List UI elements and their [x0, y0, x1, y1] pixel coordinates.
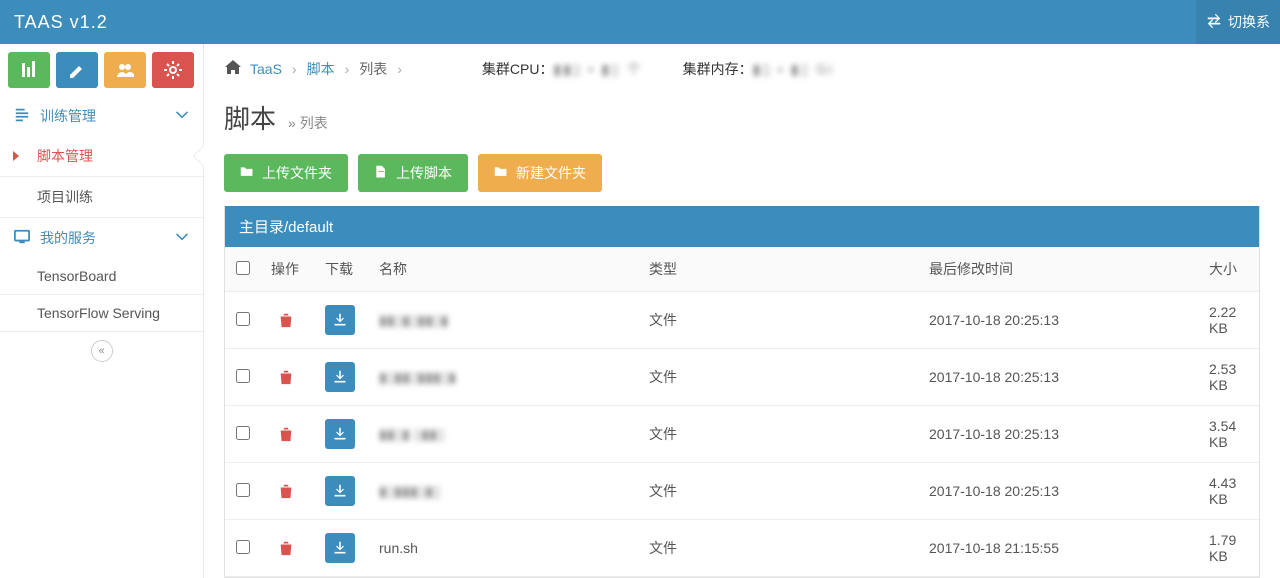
download-button[interactable] — [325, 533, 355, 563]
file-time: 2017-10-18 20:25:13 — [919, 292, 1199, 349]
mem-label: 集群内存： — [683, 61, 753, 77]
cpu-value: ▮▮▯ ▪ ▮▯ 个 — [554, 61, 643, 77]
file-time: 2017-10-18 20:25:13 — [919, 349, 1199, 406]
file-type: 文件 — [639, 463, 919, 520]
mem-value: ▮▯ ▪ ▮▯ Gi — [753, 61, 834, 77]
crumb-root[interactable]: TaaS — [250, 61, 282, 77]
chevron-down-icon — [175, 108, 189, 125]
file-name[interactable]: ▮▮▯▮ ▯▮▮▯ — [379, 426, 445, 442]
page-sub: » 列表 — [288, 113, 328, 133]
action-buttons: 上传文件夹 上传脚本 新建文件夹 — [204, 154, 1280, 206]
download-button[interactable] — [325, 362, 355, 392]
menu-header-services-label: 我的服务 — [40, 228, 96, 248]
file-table: 操作 下载 名称 类型 最后修改时间 大小 ▮▮▯▮▯▮▮▯▮文件2017-10… — [225, 247, 1259, 577]
file-size: 1.79 KB — [1199, 520, 1259, 577]
file-table-card: 主目录/default 操作 下载 名称 类型 最后修改时间 大小 ▮▮▯▮▯▮… — [224, 206, 1260, 578]
delete-button[interactable] — [271, 362, 301, 392]
download-button[interactable] — [325, 476, 355, 506]
file-type: 文件 — [639, 349, 919, 406]
swap-icon — [1206, 13, 1222, 32]
col-dl: 下载 — [315, 247, 369, 292]
monitor-icon — [14, 229, 30, 248]
download-button[interactable] — [325, 419, 355, 449]
file-time: 2017-10-18 20:25:13 — [919, 406, 1199, 463]
crumb-scripts[interactable]: 脚本 — [307, 59, 335, 79]
cluster-stats: 集群CPU：▮▮▯ ▪ ▮▯ 个 集群内存：▮▯ ▪ ▮▯ Gi — [482, 59, 834, 79]
file-size: 2.22 KB — [1199, 292, 1259, 349]
file-type: 文件 — [639, 406, 919, 463]
file-type: 文件 — [639, 520, 919, 577]
menu-header-training[interactable]: 训练管理 — [0, 96, 203, 136]
file-name[interactable]: run.sh — [379, 540, 418, 556]
menu-header-training-label: 训练管理 — [40, 106, 96, 126]
col-size: 大小 — [1199, 247, 1259, 292]
switch-system-button[interactable]: 切换系 — [1196, 0, 1280, 44]
row-checkbox[interactable] — [236, 426, 250, 440]
sidebar-collapse[interactable]: « — [0, 332, 203, 370]
sidebar-item-tensorboard[interactable]: TensorBoard — [0, 258, 203, 294]
brand-title: TAAS v1.2 — [14, 12, 108, 33]
cpu-label: 集群CPU： — [482, 61, 554, 77]
upload-script-button[interactable]: 上传脚本 — [358, 154, 468, 192]
row-checkbox[interactable] — [236, 540, 250, 554]
file-icon — [374, 165, 388, 182]
topbar: TAAS v1.2 切换系 — [0, 0, 1280, 44]
table-row: ▮▯▮▮▯▮▮▮▯▮ 文件2017-10-18 20:25:132.53 KB — [225, 349, 1259, 406]
content: TaaS › 脚本 › 列表 › 集群CPU：▮▮▯ ▪ ▮▯ 个 集群内存：▮… — [204, 44, 1280, 578]
delete-button[interactable] — [271, 476, 301, 506]
file-size: 2.53 KB — [1199, 349, 1259, 406]
file-time: 2017-10-18 20:25:13 — [919, 463, 1199, 520]
table-row: ▮▮▯▮ ▯▮▮▯ 文件2017-10-18 20:25:133.54 KB — [225, 406, 1259, 463]
sidebar-item-scripts[interactable]: 脚本管理 — [0, 136, 203, 176]
file-name[interactable]: ▮▯▮▮▮▯▮▯ — [379, 483, 441, 499]
delete-button[interactable] — [271, 419, 301, 449]
file-time: 2017-10-18 21:15:55 — [919, 520, 1199, 577]
col-type: 类型 — [639, 247, 919, 292]
new-folder-button[interactable]: 新建文件夹 — [478, 154, 602, 192]
switch-label: 切换系 — [1228, 12, 1270, 32]
row-checkbox[interactable] — [236, 312, 250, 326]
chevron-down-icon — [175, 230, 189, 247]
download-button[interactable] — [325, 305, 355, 335]
file-name[interactable]: ▮▯▮▮▯▮▮▮▯▮ — [379, 369, 456, 385]
quick-settings-button[interactable] — [152, 52, 194, 88]
menu-header-services[interactable]: 我的服务 — [0, 218, 203, 258]
crumb-list: 列表 — [359, 59, 387, 79]
sidebar-item-tfserving[interactable]: TensorFlow Serving — [0, 295, 203, 331]
file-name[interactable]: ▮▮▯▮▯▮▮▯▮ — [379, 312, 448, 328]
table-row: ▮▯▮▮▮▯▮▯ 文件2017-10-18 20:25:134.43 KB — [225, 463, 1259, 520]
col-name: 名称 — [369, 247, 639, 292]
folder-icon — [494, 165, 508, 182]
file-type: 文件 — [639, 292, 919, 349]
col-op: 操作 — [261, 247, 315, 292]
quick-stats-button[interactable] — [8, 52, 50, 88]
delete-button[interactable] — [271, 533, 301, 563]
quick-users-button[interactable] — [104, 52, 146, 88]
sidebar-item-project-training[interactable]: 项目训练 — [0, 177, 203, 217]
file-size: 4.43 KB — [1199, 463, 1259, 520]
breadcrumb: TaaS › 脚本 › 列表 › 集群CPU：▮▮▯ ▪ ▮▯ 个 集群内存：▮… — [204, 44, 1280, 93]
folder-icon — [240, 165, 254, 182]
row-checkbox[interactable] — [236, 369, 250, 383]
home-icon — [224, 58, 242, 79]
page-heading: 脚本 — [224, 99, 276, 136]
sidebar: 训练管理 脚本管理 项目训练 我的服务 TensorBoard TensorFl… — [0, 44, 204, 578]
table-path-header: 主目录/default — [225, 206, 1259, 247]
page-title: 脚本 » 列表 — [204, 93, 1280, 154]
delete-button[interactable] — [271, 305, 301, 335]
file-size: 3.54 KB — [1199, 406, 1259, 463]
quick-edit-button[interactable] — [56, 52, 98, 88]
table-row: run.sh 文件2017-10-18 21:15:551.79 KB — [225, 520, 1259, 577]
table-row: ▮▮▯▮▯▮▮▯▮ 文件2017-10-18 20:25:132.22 KB — [225, 292, 1259, 349]
sidebar-quick-buttons — [0, 44, 203, 96]
upload-folder-button[interactable]: 上传文件夹 — [224, 154, 348, 192]
edit-icon — [14, 107, 30, 126]
row-checkbox[interactable] — [236, 483, 250, 497]
col-time: 最后修改时间 — [919, 247, 1199, 292]
select-all-checkbox[interactable] — [236, 261, 250, 275]
